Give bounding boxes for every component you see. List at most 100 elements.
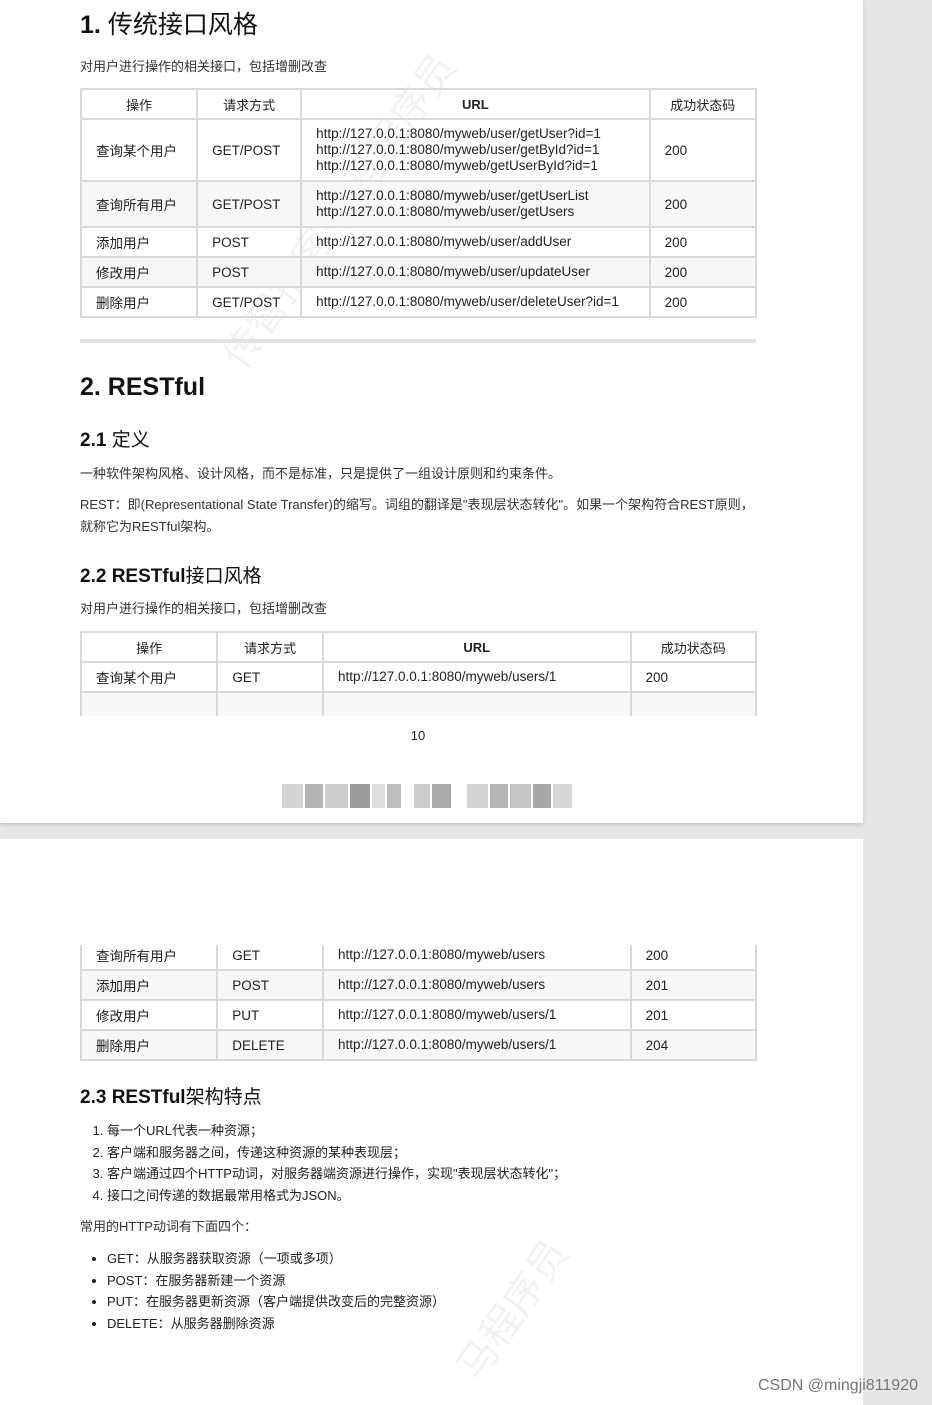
url-link[interactable]: http://127.0.0.1:8080/myweb/users/1 bbox=[338, 669, 616, 685]
cell-method: GET/POST bbox=[196, 286, 303, 318]
table-row: 删除用户 GET/POST http://127.0.0.1:8080/mywe… bbox=[79, 286, 758, 318]
cell-url: http://127.0.0.1:8080/myweb/users/1 bbox=[322, 999, 632, 1031]
cell-op: 查询所有用户 bbox=[79, 180, 199, 228]
cell-code: 201 bbox=[629, 999, 757, 1031]
list-item: PUT：在服务器更新资源（客户端提供改变后的完整资源） bbox=[107, 1291, 445, 1313]
url-link[interactable]: http://127.0.0.1:8080/myweb/user/getById… bbox=[316, 142, 635, 158]
cell-code: 200 bbox=[648, 118, 758, 182]
header-method: 请求方式 bbox=[196, 88, 303, 120]
table-row: 修改用户 PUT http://127.0.0.1:8080/myweb/use… bbox=[80, 999, 757, 1031]
list-item: DELETE：从服务器删除资源 bbox=[107, 1313, 445, 1335]
document-page-2: 马程序员 查询所有用户 GET http://127.0.0.1:8080/my… bbox=[0, 839, 863, 1405]
cell-op: 查询某个用户 bbox=[80, 661, 219, 693]
section2-3-num: 2.3 RESTful bbox=[80, 1087, 186, 1108]
cell-url: http://127.0.0.1:8080/myweb/users/1 bbox=[321, 661, 632, 693]
features-list: 每一个URL代表一种资源； 客户端和服务器之间，传递这种资源的某种表现层； 客户… bbox=[89, 1120, 566, 1206]
table-row: 查询所有用户 GET/POST http://127.0.0.1:8080/my… bbox=[79, 180, 758, 228]
traditional-api-table: 操作 请求方式 URL 成功状态码 查询某个用户 GET/POST http:/… bbox=[79, 88, 758, 318]
cell-url: http://127.0.0.1:8080/myweb/user/getUser… bbox=[300, 180, 651, 228]
cell-method: POST bbox=[196, 256, 303, 288]
cell-code: 201 bbox=[629, 969, 757, 1001]
list-item: POST：在服务器新建一个资源 bbox=[107, 1270, 445, 1292]
section1-intro: 对用户进行操作的相关接口，包括增删改查 bbox=[80, 59, 328, 74]
cell-code: 204 bbox=[629, 1029, 757, 1061]
url-link[interactable]: http://127.0.0.1:8080/myweb/user/getUser… bbox=[316, 204, 635, 220]
table-header-row: 操作 请求方式 URL 成功状态码 bbox=[80, 631, 757, 663]
url-link[interactable]: http://127.0.0.1:8080/myweb/user/addUser bbox=[316, 234, 635, 250]
cell-op: 查询所有用户 bbox=[80, 945, 219, 971]
restful-table-part1-clip: 操作 请求方式 URL 成功状态码 查询某个用户 GET http://127.… bbox=[80, 631, 757, 716]
header-url: URL bbox=[321, 631, 632, 663]
cell-op: 删除用户 bbox=[79, 286, 199, 318]
list-item: 接口之间传递的数据最常用格式为JSON。 bbox=[107, 1185, 566, 1207]
url-link[interactable]: http://127.0.0.1:8080/myweb/users/1 bbox=[338, 1007, 616, 1023]
url-link[interactable]: http://127.0.0.1:8080/myweb/getUserById?… bbox=[316, 158, 635, 174]
cell-url: http://127.0.0.1:8080/myweb/users/1 bbox=[322, 1029, 632, 1061]
page-number: 10 bbox=[410, 728, 426, 743]
url-link[interactable]: http://127.0.0.1:8080/myweb/user/deleteU… bbox=[316, 294, 635, 310]
list-item: 每一个URL代表一种资源； bbox=[107, 1120, 566, 1142]
cell-op: 删除用户 bbox=[80, 1029, 219, 1061]
cell-url: http://127.0.0.1:8080/myweb/user/addUser bbox=[300, 226, 651, 258]
table-row: 修改用户 POST http://127.0.0.1:8080/myweb/us… bbox=[79, 256, 758, 288]
list-item: 客户端和服务器之间，传递这种资源的某种表现层； bbox=[107, 1142, 566, 1164]
cell-url: http://127.0.0.1:8080/myweb/users bbox=[322, 945, 632, 971]
csdn-credit: CSDN @mingji811920 bbox=[757, 1377, 918, 1394]
table-row: 查询某个用户 GET http://127.0.0.1:8080/myweb/u… bbox=[80, 661, 757, 693]
url-link[interactable]: http://127.0.0.1:8080/myweb/users bbox=[338, 947, 616, 963]
section2-2-num: 2.2 RESTful bbox=[80, 566, 186, 587]
cell-code: 200 bbox=[648, 286, 758, 318]
document-page-1: 传智播客·黑马程序员 1. 传统接口风格 对用户进行操作的相关接口，包括增删改查… bbox=[0, 0, 863, 823]
definition-line-2: REST：即(Representational State Transfer)的… bbox=[80, 497, 754, 534]
section2-title: 2. RESTful bbox=[80, 373, 206, 401]
section-divider bbox=[80, 339, 756, 343]
url-link[interactable]: http://127.0.0.1:8080/myweb/users bbox=[338, 977, 616, 993]
cell-method: POST bbox=[216, 969, 325, 1001]
cell-empty bbox=[80, 691, 219, 716]
section2-2-text: 接口风格 bbox=[185, 566, 262, 587]
cell-url: http://127.0.0.1:8080/myweb/user/updateU… bbox=[300, 256, 651, 288]
table-header-row: 操作 请求方式 URL 成功状态码 bbox=[79, 88, 758, 120]
table-row: 添加用户 POST http://127.0.0.1:8080/myweb/us… bbox=[80, 969, 757, 1001]
cell-empty bbox=[321, 691, 632, 716]
verbs-intro: 常用的HTTP动词有下面四个： bbox=[80, 1219, 257, 1234]
header-code: 成功状态码 bbox=[648, 88, 758, 120]
cell-code: 200 bbox=[648, 180, 758, 228]
cell-url: http://127.0.0.1:8080/myweb/user/deleteU… bbox=[300, 286, 651, 318]
cell-method: DELETE bbox=[216, 1029, 325, 1061]
url-link[interactable]: http://127.0.0.1:8080/myweb/user/updateU… bbox=[316, 264, 635, 280]
section1-title-num: 1. bbox=[80, 11, 101, 39]
restful-table-part2-clip: 查询所有用户 GET http://127.0.0.1:8080/myweb/u… bbox=[80, 945, 757, 1061]
section2-1-text: 定义 bbox=[111, 430, 150, 451]
table-row: 查询某个用户 GET/POST http://127.0.0.1:8080/my… bbox=[79, 118, 758, 182]
url-link[interactable]: http://127.0.0.1:8080/myweb/user/getUser… bbox=[316, 188, 635, 204]
blurred-footer bbox=[282, 784, 572, 808]
cell-method: GET/POST bbox=[196, 118, 303, 182]
list-item: 客户端通过四个HTTP动词，对服务器端资源进行操作，实现"表现层状态转化"； bbox=[107, 1163, 566, 1185]
header-op: 操作 bbox=[79, 88, 199, 120]
cell-empty bbox=[629, 691, 757, 716]
cell-method: GET bbox=[216, 945, 325, 971]
header-method: 请求方式 bbox=[216, 631, 324, 663]
section2-3-title: 2.3 RESTful架构特点 bbox=[80, 1082, 262, 1109]
cell-op: 修改用户 bbox=[79, 256, 199, 288]
table-row: 添加用户 POST http://127.0.0.1:8080/myweb/us… bbox=[79, 226, 758, 258]
cell-op: 修改用户 bbox=[80, 999, 219, 1031]
cell-code: 200 bbox=[629, 945, 757, 971]
definition-line-1: 一种软件架构风格、设计风格，而不是标准，只是提供了一组设计原则和约束条件。 bbox=[80, 466, 562, 481]
cell-code: 200 bbox=[648, 226, 758, 258]
cell-empty bbox=[216, 691, 324, 716]
header-op: 操作 bbox=[80, 631, 219, 663]
url-link[interactable]: http://127.0.0.1:8080/myweb/users/1 bbox=[338, 1037, 616, 1053]
cell-code: 200 bbox=[629, 661, 757, 693]
table-row: 查询所有用户 GET http://127.0.0.1:8080/myweb/u… bbox=[80, 945, 757, 971]
section2-1-title: 2.1 定义 bbox=[80, 425, 150, 452]
section1-title-text: 传统接口风格 bbox=[107, 11, 258, 39]
cell-url: http://127.0.0.1:8080/myweb/user/getUser… bbox=[300, 118, 651, 182]
restful-api-table-continued: 查询所有用户 GET http://127.0.0.1:8080/myweb/u… bbox=[80, 945, 757, 1061]
cell-op: 查询某个用户 bbox=[79, 118, 199, 182]
restful-api-table: 操作 请求方式 URL 成功状态码 查询某个用户 GET http://127.… bbox=[80, 631, 757, 716]
cell-method: GET/POST bbox=[196, 180, 303, 228]
section2-2-intro: 对用户进行操作的相关接口，包括增删改查 bbox=[80, 601, 328, 616]
url-link[interactable]: http://127.0.0.1:8080/myweb/user/getUser… bbox=[316, 126, 635, 142]
